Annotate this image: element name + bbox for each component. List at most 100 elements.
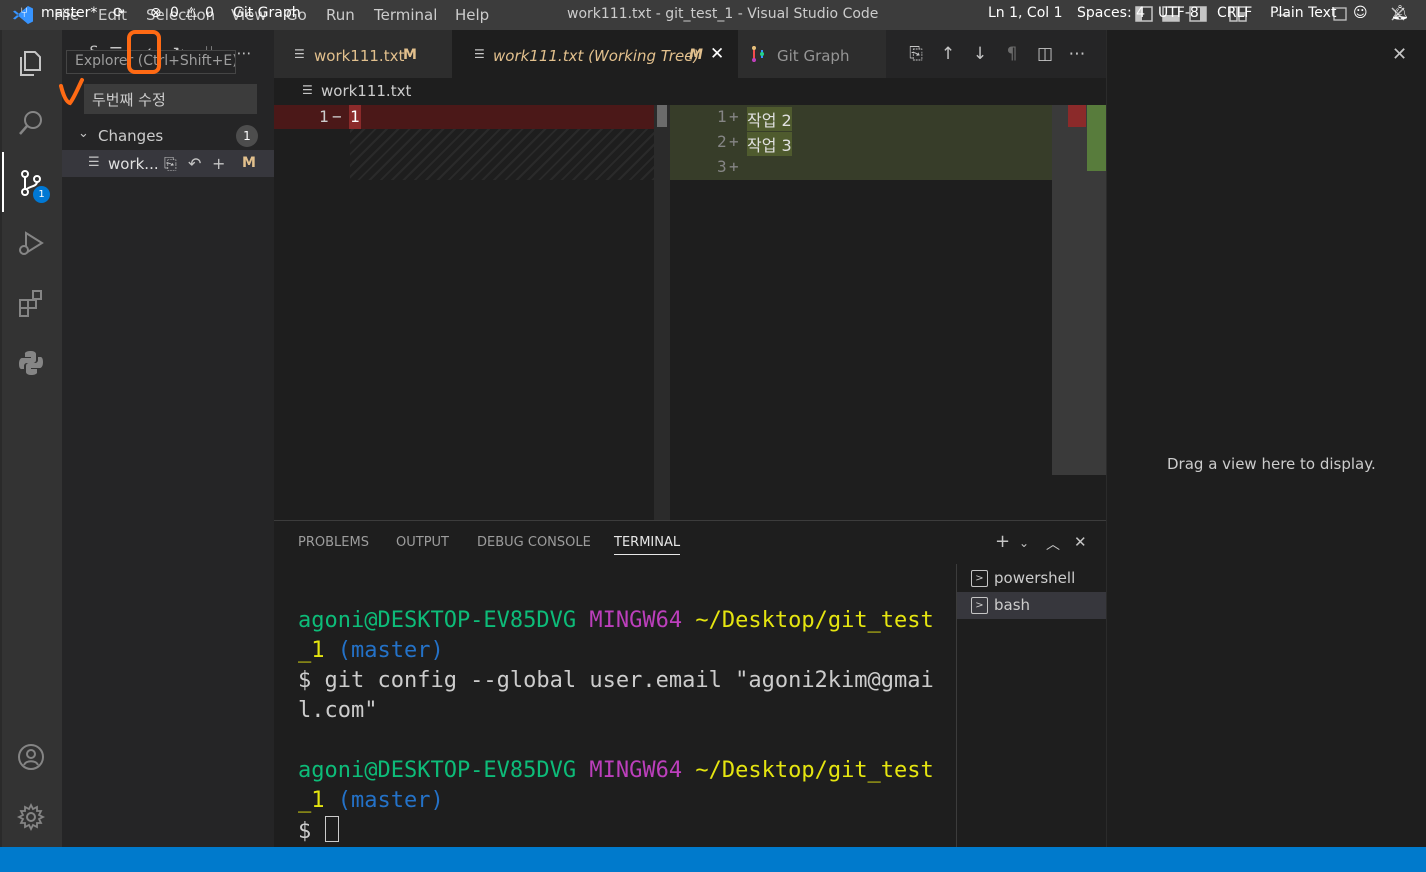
activity-bar <box>0 30 62 847</box>
tab-debug-console[interactable]: DEBUG CONSOLE <box>477 535 591 550</box>
end-of-line[interactable]: CRLF <box>1217 5 1252 21</box>
menu-help[interactable]: Help <box>455 6 489 24</box>
terminal-icon: > <box>971 570 988 587</box>
chevron-down-icon[interactable]: ⌄ <box>1019 536 1029 550</box>
terminal-env: MINGW64 <box>589 758 683 783</box>
maximize-panel-icon[interactable]: ︿ <box>1046 534 1060 554</box>
tab-output[interactable]: OUTPUT <box>396 535 449 550</box>
sync-icon[interactable]: ⟳ <box>113 5 125 21</box>
terminal-branch: (master) <box>337 638 444 663</box>
left-scrollbar[interactable] <box>654 105 670 520</box>
close-secondary-sidebar-icon[interactable]: ✕ <box>1392 44 1407 65</box>
changed-file-name: work... <box>108 155 159 173</box>
tab-git-graph[interactable]: Git Graph <box>738 30 886 78</box>
secondary-sidebar <box>1106 30 1426 847</box>
cursor-position[interactable]: Ln 1, Col 1 <box>988 5 1063 21</box>
warning-icon: ⚠ <box>185 5 198 21</box>
diff-sign: + <box>729 132 739 151</box>
line-text: 작업 3 <box>747 132 792 156</box>
language-mode[interactable]: Plain Text <box>1270 5 1336 21</box>
annotation-check-mark <box>58 76 84 106</box>
explorer-icon[interactable] <box>12 44 50 82</box>
commit-message-input[interactable]: 두번째 수정 <box>84 84 257 114</box>
terminal-path-cont: _1 <box>298 788 325 813</box>
changed-file-row[interactable]: ☰ work... ⎘ ↶ + M <box>62 150 274 177</box>
discard-changes-icon[interactable]: ↶ <box>188 154 201 173</box>
line-number: 1 <box>717 107 727 126</box>
branch-name[interactable]: master* <box>41 5 97 21</box>
notifications-bell-icon[interactable]: 🔔︎ <box>1391 5 1409 21</box>
terminal-prompt-line: agoni@DESKTOP-EV85DVG MINGW64 ~/Desktop/… <box>298 756 938 786</box>
terminal-branch: (master) <box>337 788 444 813</box>
search-icon[interactable] <box>12 104 50 142</box>
text-file-icon: ☰ <box>302 83 313 97</box>
terminal-prompt-line-cont: _1 (master) <box>298 636 938 666</box>
terminal-prompt: $ <box>298 819 325 844</box>
terminal-prompt-line-cont: _1 (master) <box>298 786 938 816</box>
breadcrumb-file: work111.txt <box>321 82 412 100</box>
terminal-cursor <box>324 816 339 842</box>
new-terminal-icon[interactable]: + <box>995 531 1010 552</box>
menu-run[interactable]: Run <box>326 6 355 24</box>
line-number: 3 <box>717 157 727 176</box>
terminal-env: MINGW64 <box>589 608 683 633</box>
terminal-user: agoni@DESKTOP-EV85DVG <box>298 758 577 783</box>
terminal-output[interactable]: agoni@DESKTOP-EV85DVG MINGW64 ~/Desktop/… <box>298 606 938 847</box>
tab-label: work111.txt (Working Tree) <box>493 47 700 65</box>
warning-count[interactable]: 0 <box>205 5 214 21</box>
more-actions-icon[interactable]: ⋯ <box>234 44 254 66</box>
gear-icon[interactable] <box>12 798 50 836</box>
line-text: 1 <box>350 107 360 126</box>
line-number: 1 <box>319 107 329 126</box>
indentation[interactable]: Spaces: 4 <box>1077 5 1145 21</box>
extensions-icon[interactable] <box>12 284 50 322</box>
tab-working-tree[interactable]: ☰ work111.txt (Working Tree) M ✕ <box>452 30 738 78</box>
text-file-icon: ☰ <box>474 47 485 61</box>
terminal-command: $ git config --global user.email "agoni2… <box>298 668 934 693</box>
split-editor-icon[interactable]: ◫ <box>1033 44 1057 64</box>
close-panel-icon[interactable]: ✕ <box>1074 533 1087 551</box>
error-count[interactable]: 0 <box>170 5 179 21</box>
encoding[interactable]: UTF-8 <box>1158 5 1199 21</box>
status-git-graph[interactable]: Git Graph <box>233 5 301 21</box>
python-icon[interactable] <box>12 344 50 382</box>
terminal-path: ~/Desktop/git_test <box>695 608 934 633</box>
stage-changes-icon[interactable]: + <box>212 154 225 173</box>
tab-status: M <box>689 47 703 63</box>
run-debug-icon[interactable] <box>12 224 50 262</box>
more-actions-icon[interactable]: ⋯ <box>1065 44 1089 64</box>
scm-badge: 1 <box>33 186 50 203</box>
file-status-badge: M <box>242 155 256 171</box>
account-icon[interactable] <box>12 738 50 776</box>
tab-label: Git Graph <box>777 47 850 65</box>
tab-problems[interactable]: PROBLEMS <box>298 535 369 550</box>
error-icon: ⊗ <box>150 5 162 21</box>
terminal-item-bash[interactable]: > bash <box>957 592 1106 619</box>
breadcrumb[interactable]: ☰ work111.txt <box>274 78 1106 105</box>
tab-terminal[interactable]: TERMINAL <box>614 535 681 555</box>
diff-sign: + <box>729 157 739 176</box>
terminal-name: powershell <box>994 569 1076 587</box>
tab-close-icon[interactable]: ✕ <box>710 44 724 64</box>
window-title: work111.txt - git_test_1 - Visual Studio… <box>567 6 879 22</box>
previous-change-icon[interactable]: ↑ <box>936 44 960 64</box>
status-bar <box>0 847 1426 872</box>
open-file-icon[interactable]: ⎘ <box>164 154 177 174</box>
open-file-action-icon[interactable]: ⎘ <box>904 44 928 64</box>
menu-terminal[interactable]: Terminal <box>374 6 437 24</box>
terminal-item-powershell[interactable]: > powershell <box>957 565 1106 592</box>
next-change-icon[interactable]: ↓ <box>968 44 992 64</box>
diff-filler-hatch <box>350 129 654 180</box>
left-scrollbar-thumb[interactable] <box>657 105 667 127</box>
terminal-path-cont: _1 <box>298 638 325 663</box>
terminal-user: agoni@DESKTOP-EV85DVG <box>298 608 577 633</box>
terminal-input-line[interactable]: $ <box>298 816 938 847</box>
feedback-icon[interactable]: ☺ <box>1353 5 1368 21</box>
show-whitespace-icon[interactable]: ¶ <box>1000 44 1024 64</box>
changes-group[interactable]: ⌄ Changes 1 <box>62 124 274 148</box>
removed-line-highlight <box>274 105 654 129</box>
tab-work111[interactable]: ☰ work111.txt M <box>274 30 452 78</box>
changes-label: Changes <box>98 127 164 145</box>
overview-added-marker <box>1087 105 1106 171</box>
annotation-highlight-box <box>127 30 161 74</box>
